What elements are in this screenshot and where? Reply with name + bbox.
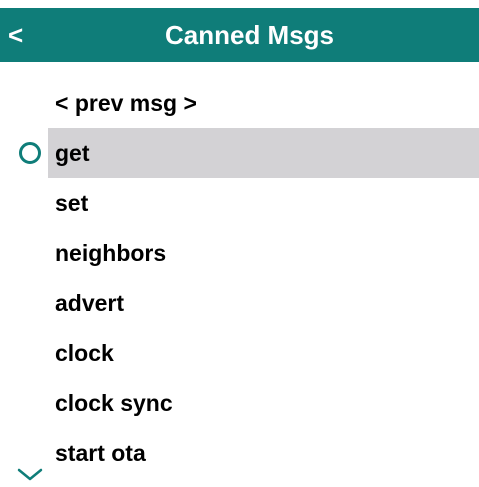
list-item-label: clock sync (55, 390, 173, 416)
list-item-clock-sync[interactable]: clock sync (0, 378, 479, 428)
list-item-clock[interactable]: clock (0, 328, 479, 378)
list-item-get[interactable]: get (0, 128, 479, 178)
list-item-label: get (55, 140, 90, 166)
header-bar: Canned Msgs < (0, 8, 479, 62)
list-item-set[interactable]: set (0, 178, 479, 228)
page-title: Canned Msgs (164, 20, 335, 50)
list-item-label: advert (55, 290, 125, 316)
list-item-label: clock (55, 340, 114, 366)
list-item-start-ota[interactable]: start ota (0, 428, 479, 478)
list-item-label: set (55, 190, 89, 216)
list-item-neighbors[interactable]: neighbors (0, 228, 479, 278)
list-item-label: start ota (55, 440, 146, 466)
selection-highlight (48, 128, 479, 178)
list-item-advert[interactable]: advert (0, 278, 479, 328)
list-item-label: < prev msg > (55, 90, 197, 116)
canned-messages-list: < prev msg > get set neighbors advert cl… (0, 78, 479, 478)
back-button[interactable]: < (8, 8, 23, 62)
ring-selector-icon (19, 142, 41, 164)
list-item-prev-msg[interactable]: < prev msg > (0, 78, 479, 128)
list-item-label: neighbors (55, 240, 167, 266)
chevron-down-icon[interactable] (16, 466, 44, 482)
